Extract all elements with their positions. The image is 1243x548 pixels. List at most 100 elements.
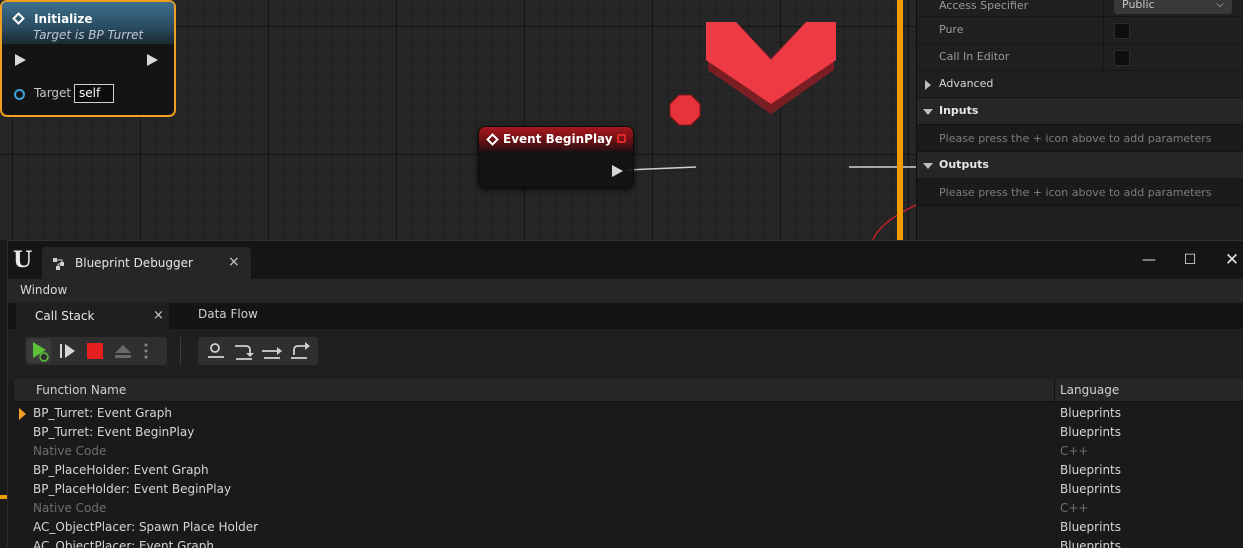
close-icon[interactable]: × <box>153 308 164 323</box>
event-icon <box>486 132 499 146</box>
step-out-icon[interactable] <box>288 339 312 363</box>
breakpoint-icon[interactable] <box>669 94 701 126</box>
exec-output-pin[interactable] <box>612 165 623 177</box>
window-title: Blueprint Debugger <box>75 256 193 270</box>
call-stack-table: Function Name Language BP_Turret: Event … <box>8 379 1243 548</box>
access-specifier-value: Public <box>1122 0 1155 11</box>
graph-focus-border <box>897 0 903 240</box>
execution-controls <box>25 337 167 365</box>
function-name-cell: BP_PlaceHolder: Event BeginPlay <box>33 482 232 496</box>
inputs-label: Inputs <box>939 104 979 117</box>
access-specifier-label: Access Specifier <box>939 0 1029 12</box>
step-into-icon[interactable] <box>232 339 256 363</box>
table-row[interactable]: Native Code C++ <box>14 442 1243 461</box>
access-specifier-row: Access Specifier Public ⌵ <box>917 0 1243 17</box>
table-row[interactable]: Native Code C++ <box>14 499 1243 518</box>
function-icon <box>12 12 25 25</box>
menu-window[interactable]: Window <box>20 283 67 297</box>
collapse-arrow-icon <box>923 109 933 115</box>
minimize-button[interactable]: — <box>1140 251 1158 269</box>
event-node-header: Event BeginPlay <box>479 127 633 151</box>
table-header: Function Name Language <box>14 379 1243 402</box>
inputs-section-header[interactable]: Inputs <box>917 98 1243 125</box>
more-options-icon[interactable] <box>139 339 153 363</box>
call-in-editor-checkbox[interactable] <box>1114 50 1130 66</box>
execution-marker-chevron-icon <box>706 22 836 114</box>
stop-button[interactable] <box>83 339 107 363</box>
table-row[interactable]: BP_Turret: Event BeginPlay Blueprints <box>14 423 1243 442</box>
function-node-subtitle: Target is BP Turret <box>33 28 144 42</box>
delegate-pin-icon[interactable] <box>617 134 626 143</box>
event-node-title: Event BeginPlay <box>503 132 613 146</box>
language-cell: Blueprints <box>1060 406 1122 420</box>
inputs-hint: Please press the + icon above to add par… <box>939 132 1212 145</box>
edge-accent <box>0 495 7 499</box>
tab-close-icon[interactable]: × <box>228 254 240 270</box>
function-node-title: Initialize <box>34 12 93 26</box>
pure-label: Pure <box>939 23 964 36</box>
divider[interactable] <box>1054 379 1055 402</box>
function-node-header: Initialize Target is BP Turret <box>2 2 174 44</box>
menu-bar: Window <box>8 279 1243 303</box>
divider <box>1103 17 1104 44</box>
tab-call-stack[interactable]: Call Stack × <box>16 303 169 329</box>
inputs-hint-row: Please press the + icon above to add par… <box>917 125 1243 152</box>
function-name-cell: AC_ObjectPlacer: Spawn Place Holder <box>33 520 259 534</box>
table-row[interactable]: BP_Turret: Event Graph Blueprints <box>14 404 1243 423</box>
find-node-icon[interactable] <box>204 339 228 363</box>
initialize-function-node[interactable]: Initialize Target is BP Turret Target se… <box>0 0 176 117</box>
blueprint-debugger-tab[interactable]: Blueprint Debugger × <box>42 247 251 279</box>
column-function-name[interactable]: Function Name <box>36 383 126 397</box>
function-name-cell: BP_PlaceHolder: Event Graph <box>33 463 209 477</box>
outputs-section-header[interactable]: Outputs <box>917 152 1243 179</box>
expand-arrow-icon <box>925 80 931 90</box>
function-name-cell: AC_ObjectPlacer: Event Graph <box>33 539 214 548</box>
tab-data-flow[interactable]: Data Flow <box>198 307 258 321</box>
function-name-cell: BP_Turret: Event Graph <box>33 406 172 420</box>
debugger-toolbar <box>8 329 1243 379</box>
event-beginplay-node[interactable]: Event BeginPlay <box>478 126 634 188</box>
language-cell: Blueprints <box>1060 463 1122 477</box>
access-specifier-dropdown[interactable]: Public ⌵ <box>1114 0 1232 14</box>
pure-checkbox[interactable] <box>1114 23 1130 39</box>
blueprint-debugger-window: U Blueprint Debugger × — ☐ ✕ Window Call… <box>7 240 1243 548</box>
debugger-icon <box>53 258 64 270</box>
close-button[interactable]: ✕ <box>1223 251 1241 269</box>
step-controls <box>198 337 318 365</box>
window-titlebar[interactable]: U Blueprint Debugger × — ☐ ✕ <box>8 241 1243 279</box>
function-name-cell: BP_Turret: Event BeginPlay <box>33 425 195 439</box>
outputs-label: Outputs <box>939 158 989 171</box>
unreal-editor: Event BeginPlay Initialize Target is BP … <box>0 0 1243 548</box>
tab-call-stack-label: Call Stack <box>35 309 95 323</box>
details-panel: Access Specifier Public ⌵ Pure Call In E… <box>916 0 1243 240</box>
exec-output-pin[interactable] <box>147 54 158 66</box>
blueprint-graph-canvas[interactable]: Event BeginPlay Initialize Target is BP … <box>0 0 916 240</box>
unreal-logo-icon: U <box>13 247 33 273</box>
step-over-icon[interactable] <box>260 339 284 363</box>
table-row[interactable]: AC_ObjectPlacer: Spawn Place Holder Bluep… <box>14 518 1243 537</box>
language-cell: C++ <box>1060 501 1089 515</box>
table-row[interactable]: BP_PlaceHolder: Event BeginPlay Blueprint… <box>14 480 1243 499</box>
current-frame-arrow-icon <box>19 408 26 420</box>
chevron-down-icon: ⌵ <box>1216 0 1224 10</box>
maximize-button[interactable]: ☐ <box>1181 251 1199 269</box>
resume-button[interactable] <box>27 339 51 363</box>
table-row[interactable]: AC_ObjectPlacer: Event Graph Blueprints <box>14 537 1243 548</box>
outputs-hint: Please press the + icon above to add par… <box>939 186 1212 199</box>
advanced-label: Advanced <box>939 77 994 90</box>
language-cell: Blueprints <box>1060 425 1122 439</box>
table-row[interactable]: BP_PlaceHolder: Event Graph Blueprints <box>14 461 1243 480</box>
target-self-field[interactable]: self <box>74 84 114 103</box>
frame-skip-button[interactable] <box>55 339 79 363</box>
call-in-editor-row: Call In Editor <box>917 44 1243 71</box>
language-cell: C++ <box>1060 444 1089 458</box>
divider <box>1103 0 1104 17</box>
advanced-section-header[interactable]: Advanced <box>917 71 1243 98</box>
eject-button[interactable] <box>111 339 135 363</box>
target-pin-icon[interactable] <box>14 89 25 100</box>
debugger-tabs: Call Stack × Data Flow <box>8 303 1243 329</box>
column-language[interactable]: Language <box>1060 383 1119 397</box>
pure-row: Pure <box>917 17 1243 44</box>
target-pin-label: Target <box>34 86 72 100</box>
exec-input-pin[interactable] <box>15 54 26 66</box>
